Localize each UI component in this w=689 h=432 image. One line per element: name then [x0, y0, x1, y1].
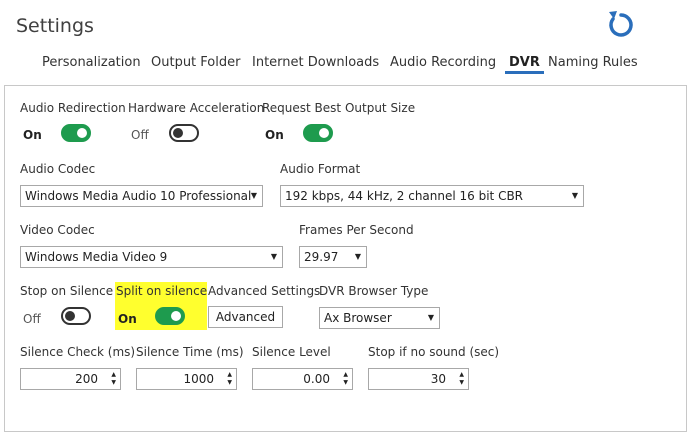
request-best-output-toggle[interactable] — [303, 124, 333, 142]
request-best-output-label: Request Best Output Size — [262, 101, 416, 115]
silence-time-label: Silence Time (ms) — [136, 345, 244, 359]
chevron-down-icon: ▼ — [571, 191, 578, 200]
hardware-acceleration-state: Off — [131, 128, 149, 142]
refresh-icon[interactable] — [604, 8, 638, 42]
dvr-browser-type-value: Ax Browser — [324, 311, 392, 325]
split-on-silence-state: On — [118, 312, 137, 326]
stop-if-no-sound-stepper[interactable]: 30 ▲ ▼ — [368, 368, 469, 390]
audio-format-select[interactable]: 192 kbps, 44 kHz, 2 channel 16 bit CBR ▼ — [280, 185, 584, 207]
video-codec-value: Windows Media Video 9 — [25, 250, 168, 264]
stop-if-no-sound-value: 30 — [430, 372, 446, 386]
frames-per-second-select[interactable]: 29.97 ▼ — [299, 246, 367, 268]
stepper-arrows-icon[interactable]: ▲ ▼ — [111, 371, 116, 387]
silence-level-stepper[interactable]: 0.00 ▲ ▼ — [252, 368, 353, 390]
tab-internet-downloads[interactable]: Internet Downloads — [252, 55, 379, 70]
active-tab-indicator — [505, 71, 544, 74]
silence-level-label: Silence Level — [252, 345, 331, 359]
audio-codec-select[interactable]: Windows Media Audio 10 Professional ▼ — [20, 185, 263, 207]
tab-dvr[interactable]: DVR — [509, 55, 540, 70]
chevron-down-icon: ▼ — [250, 191, 257, 200]
hardware-acceleration-label: Hardware Acceleration — [128, 101, 265, 115]
stop-if-no-sound-label: Stop if no sound (sec) — [368, 345, 500, 359]
silence-check-label: Silence Check (ms) — [20, 345, 136, 359]
chevron-down-icon: ▼ — [354, 252, 361, 261]
request-best-output-state: On — [265, 128, 284, 142]
stop-on-silence-state: Off — [23, 312, 41, 326]
frames-per-second-value: 29.97 — [304, 250, 339, 264]
tab-output-folder[interactable]: Output Folder — [151, 55, 240, 70]
stop-on-silence-label: Stop on Silence — [20, 284, 114, 298]
split-on-silence-toggle[interactable] — [155, 307, 185, 325]
hardware-acceleration-toggle[interactable] — [169, 124, 199, 142]
video-codec-label: Video Codec — [20, 223, 95, 237]
audio-format-label: Audio Format — [280, 162, 361, 176]
split-on-silence-label: Split on silence — [116, 284, 208, 298]
dvr-browser-type-select[interactable]: Ax Browser ▼ — [319, 307, 440, 329]
audio-format-value: 192 kbps, 44 kHz, 2 channel 16 bit CBR — [285, 189, 524, 203]
stop-on-silence-toggle[interactable] — [61, 307, 91, 325]
page-title: Settings — [16, 15, 94, 37]
stepper-arrows-icon[interactable]: ▲ ▼ — [227, 371, 232, 387]
dvr-browser-type-label: DVR Browser Type — [319, 284, 429, 298]
tab-personalization[interactable]: Personalization — [42, 55, 141, 70]
advanced-settings-label: Advanced Settings — [208, 284, 321, 298]
stepper-arrows-icon[interactable]: ▲ ▼ — [459, 371, 464, 387]
stepper-arrows-icon[interactable]: ▲ ▼ — [343, 371, 348, 387]
frames-per-second-label: Frames Per Second — [299, 223, 414, 237]
audio-redirection-state: On — [23, 128, 42, 142]
audio-redirection-toggle[interactable] — [61, 124, 91, 142]
audio-redirection-label: Audio Redirection — [20, 101, 126, 115]
chevron-down-icon: ▼ — [270, 252, 277, 261]
video-codec-select[interactable]: Windows Media Video 9 ▼ — [20, 246, 283, 268]
tab-naming-rules[interactable]: Naming Rules — [548, 55, 638, 70]
advanced-button[interactable]: Advanced — [208, 306, 283, 328]
audio-codec-value: Windows Media Audio 10 Professional — [25, 189, 252, 203]
audio-codec-label: Audio Codec — [20, 162, 96, 176]
silence-time-stepper[interactable]: 1000 ▲ ▼ — [136, 368, 237, 390]
chevron-down-icon: ▼ — [427, 313, 434, 322]
silence-check-stepper[interactable]: 200 ▲ ▼ — [20, 368, 121, 390]
silence-level-value: 0.00 — [303, 372, 330, 386]
silence-time-value: 1000 — [183, 372, 214, 386]
silence-check-value: 200 — [75, 372, 98, 386]
tab-audio-recording[interactable]: Audio Recording — [390, 55, 496, 70]
